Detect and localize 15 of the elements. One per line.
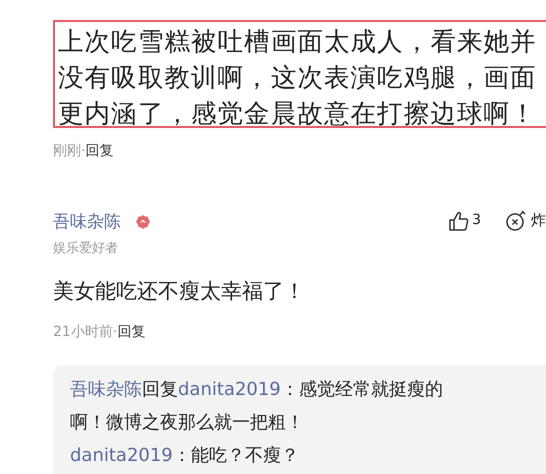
comment-time: 21小时前· (53, 324, 118, 340)
reply-text: 吾味杂陈回复danita2019：感觉经常就挺瘦的啊！微博之夜那么就一把粗！ (70, 378, 444, 435)
author-title: 娱乐爱好者 (53, 240, 119, 257)
reply-link[interactable]: 回复 (85, 143, 114, 159)
badge-icon (135, 214, 151, 230)
like-count: 3 (472, 212, 481, 228)
action-label[interactable]: 炸 (531, 211, 546, 230)
reply-text: danita2019：能吃？不瘦？ (70, 444, 300, 468)
comment-time: 刚刚· (53, 143, 86, 159)
comment-text: 上次吃雪糕被吐槽画面太成人，看来她并没有吸取教训啊，这次表演吃鸡腿，画面更内涵了，感觉金晨故意在打擦边球啊！ (58, 26, 538, 126)
author-name[interactable]: 吾味杂陈 (53, 210, 121, 233)
thumbs-up-icon[interactable] (448, 210, 470, 232)
reply-link[interactable]: 回复 (117, 324, 146, 340)
comment-text: 美女能吃还不瘦太幸福了！ (53, 278, 306, 305)
bomb-icon[interactable] (505, 210, 527, 232)
